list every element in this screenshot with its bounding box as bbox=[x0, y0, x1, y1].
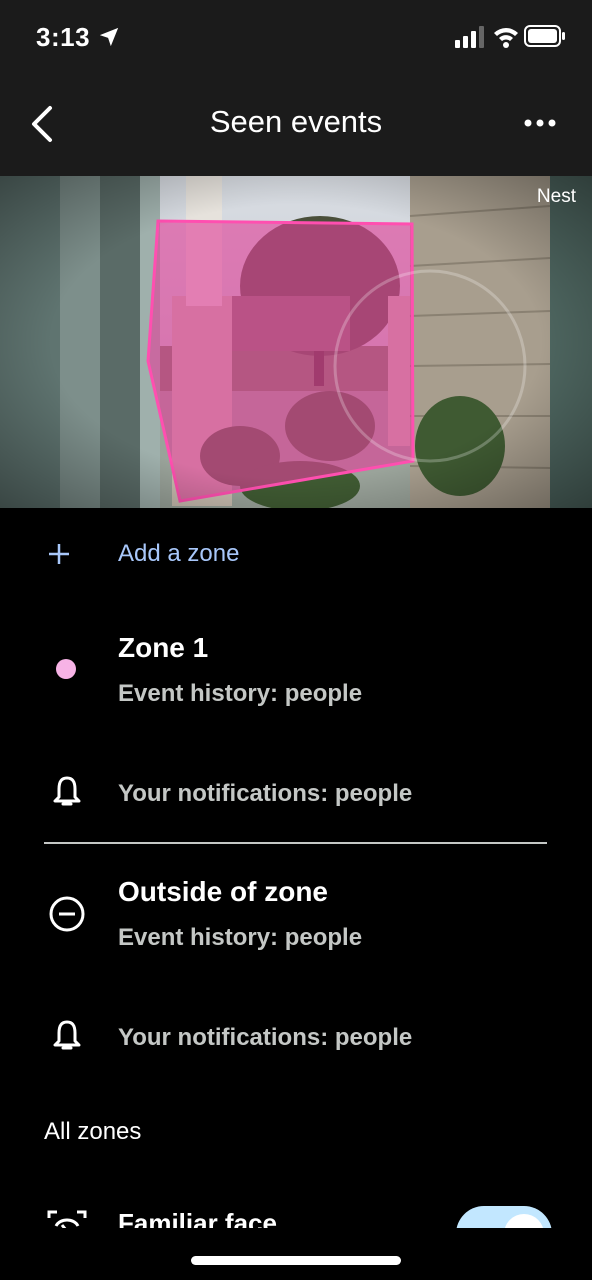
zone-notifications: Your notifications: people bbox=[118, 780, 413, 807]
status-bar: 3:13 bbox=[0, 0, 592, 72]
zone-notifications: Your notifications: people bbox=[118, 1024, 413, 1051]
plus-icon bbox=[49, 544, 69, 564]
more-options-icon[interactable] bbox=[518, 108, 562, 138]
section-heading-all-zones: All zones bbox=[44, 1118, 142, 1145]
camera-preview[interactable]: Nest bbox=[0, 176, 592, 508]
zone-color-dot bbox=[56, 659, 76, 679]
zone-event-history: Event history: people bbox=[118, 680, 363, 707]
status-time: 3:13 bbox=[36, 22, 91, 52]
page-title: Seen events bbox=[209, 104, 383, 139]
wifi-icon bbox=[494, 28, 518, 48]
zone-title: Outside of zone bbox=[118, 876, 328, 907]
minus-circle-icon bbox=[49, 896, 85, 932]
add-zone-label: Add a zone bbox=[118, 540, 240, 567]
top-app-bar: Seen events bbox=[0, 72, 592, 176]
battery-icon bbox=[524, 25, 565, 47]
home-indicator[interactable] bbox=[191, 1256, 401, 1265]
zone-event-history: Event history: people bbox=[118, 924, 363, 951]
divider bbox=[44, 842, 547, 844]
nest-watermark: Nest bbox=[536, 186, 576, 207]
location-arrow-icon bbox=[99, 27, 119, 47]
bell-icon bbox=[53, 1020, 81, 1050]
camera-image bbox=[0, 176, 592, 508]
cell-signal-icon bbox=[455, 26, 484, 48]
bottom-safe-area bbox=[0, 1228, 592, 1280]
bell-icon bbox=[53, 776, 81, 806]
zone-title: Zone 1 bbox=[118, 632, 209, 663]
